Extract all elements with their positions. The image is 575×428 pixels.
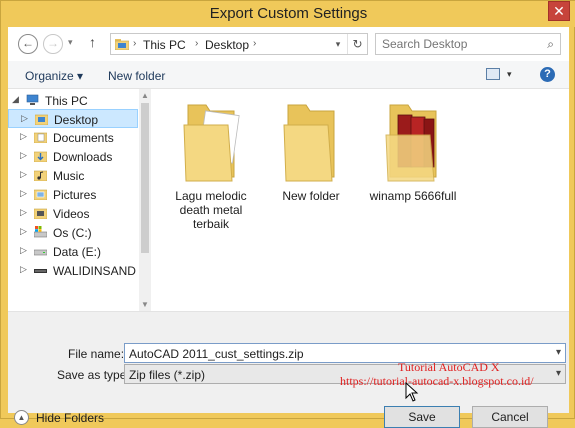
- file-item-new-folder[interactable]: New folder: [261, 95, 361, 203]
- tree-item-pictures[interactable]: ▷ Pictures: [8, 185, 138, 204]
- expand-arrow-icon[interactable]: ▷: [20, 169, 27, 180]
- help-icon[interactable]: ?: [540, 67, 555, 82]
- expand-arrow-icon[interactable]: ◢: [12, 94, 19, 105]
- tree-item-videos[interactable]: ▷ Videos: [8, 204, 138, 223]
- tree-label: Music: [53, 169, 85, 183]
- desktop-folder-icon: [35, 114, 48, 125]
- save-as-type-value: Zip files (*.zip): [129, 368, 206, 382]
- computer-icon: [26, 94, 39, 105]
- pictures-folder-icon: [34, 189, 47, 200]
- cancel-button[interactable]: Cancel: [472, 406, 548, 428]
- tree-item-music[interactable]: ▷ Music: [8, 166, 138, 185]
- navigation-pane: ◢ This PC ▷ Desktop ▷ Documents ▷ Downlo…: [8, 89, 151, 311]
- address-dropdown-chevron-icon[interactable]: ▾: [331, 34, 345, 54]
- address-separator-icon: ›: [133, 38, 137, 49]
- expand-arrow-icon[interactable]: ▷: [21, 113, 28, 124]
- dialog-client: ← → ▾ ↑ › This PC › Desktop › ▾ ↻ ⌕: [8, 27, 569, 428]
- tree-item-os-c[interactable]: ▷ Os (C:): [8, 223, 138, 242]
- tree-label: Os (C:): [53, 226, 92, 240]
- window-title: Export Custom Settings: [209, 5, 368, 22]
- expand-arrow-icon[interactable]: ▷: [20, 131, 27, 142]
- address-separator-icon: ›: [253, 38, 257, 49]
- music-folder-icon: [34, 170, 47, 181]
- tree-label: Pictures: [53, 188, 97, 202]
- forward-button[interactable]: →: [43, 34, 63, 54]
- tree-label: Downloads: [53, 150, 113, 164]
- expand-arrow-icon[interactable]: ▷: [20, 245, 27, 256]
- desktop-folder-icon: [115, 39, 129, 50]
- file-name-input[interactable]: [129, 347, 539, 361]
- file-item-lagu-melodic[interactable]: Lagu melodic death metal terbaik: [161, 95, 261, 231]
- navigation-bar: ← → ▾ ↑ › This PC › Desktop › ▾ ↻ ⌕: [8, 27, 569, 61]
- documents-folder-icon: [34, 132, 47, 143]
- tree-item-desktop[interactable]: ▷ Desktop: [8, 109, 138, 128]
- address-segment-this-pc[interactable]: This PC: [143, 38, 186, 52]
- tree-label: Data (E:): [53, 245, 102, 259]
- folder-with-docs-icon: [183, 104, 240, 182]
- hide-folders-label: Hide Folders: [36, 411, 105, 425]
- up-folder-button[interactable]: ↑: [89, 34, 96, 50]
- change-view-icon[interactable]: [486, 68, 500, 80]
- tree-label: This PC: [45, 94, 88, 108]
- watermark-url: https://tutorial-autocad-x.blogspot.co.i…: [340, 374, 534, 388]
- scroll-up-arrow-icon[interactable]: ▲: [141, 91, 149, 100]
- address-segment-desktop[interactable]: Desktop: [205, 38, 249, 52]
- tree-item-data-e[interactable]: ▷ Data (E:): [8, 242, 138, 261]
- videos-folder-icon: [34, 208, 47, 219]
- tree-item-documents[interactable]: ▷ Documents: [8, 128, 138, 147]
- file-name-label: winamp 5666full: [369, 189, 457, 203]
- drive-c-icon: [34, 226, 47, 238]
- watermark-title: Tutorial AutoCAD X: [398, 360, 500, 374]
- tree-item-walidinsand-f[interactable]: ▷ WALIDINSAND (F: [8, 261, 151, 280]
- save-button[interactable]: Save: [384, 406, 460, 428]
- downloads-folder-icon: [34, 151, 47, 162]
- expand-arrow-icon[interactable]: ▷: [20, 150, 27, 161]
- search-box[interactable]: ⌕: [375, 33, 561, 55]
- folder-icon: [283, 104, 335, 182]
- expand-arrow-icon[interactable]: ▷: [20, 226, 27, 237]
- organize-menu-button[interactable]: Organize ▾: [25, 69, 83, 83]
- folder-with-books-icon: [385, 104, 437, 182]
- close-button[interactable]: ✕: [548, 1, 570, 21]
- drive-e-icon: [34, 249, 47, 256]
- mouse-cursor-icon: [405, 382, 419, 402]
- file-name-label: New folder: [282, 189, 340, 203]
- tree-label: Documents: [53, 131, 114, 145]
- file-list-pane: Lagu melodic death metal terbaik New fol…: [151, 89, 569, 311]
- file-name-label: Lagu melodic death metal terbaik: [175, 189, 247, 231]
- expand-arrow-icon[interactable]: ▷: [20, 188, 27, 199]
- tree-label: Videos: [53, 207, 90, 221]
- collapse-up-icon: ▲: [14, 410, 29, 425]
- dialog-window: Export Custom Settings ✕ ← → ▾ ↑ › This …: [0, 0, 575, 428]
- search-input[interactable]: [382, 37, 532, 51]
- refresh-icon[interactable]: ↻: [347, 34, 367, 54]
- tree-item-this-pc[interactable]: ◢ This PC: [8, 91, 138, 110]
- expand-arrow-icon[interactable]: ▷: [20, 264, 27, 275]
- scrollbar-thumb[interactable]: [141, 103, 149, 253]
- address-bar[interactable]: › This PC › Desktop › ▾ ↻: [110, 33, 368, 55]
- recent-locations-chevron-icon[interactable]: ▾: [68, 37, 73, 48]
- file-item-winamp[interactable]: winamp 5666full: [363, 95, 463, 203]
- save-as-type-chevron-icon[interactable]: ▾: [556, 368, 561, 379]
- tree-item-downloads[interactable]: ▷ Downloads: [8, 147, 138, 166]
- view-options-chevron-icon[interactable]: ▾: [507, 69, 512, 80]
- search-icon[interactable]: ⌕: [547, 37, 554, 52]
- file-name-dropdown-chevron-icon[interactable]: ▾: [556, 347, 561, 358]
- back-button[interactable]: ←: [18, 34, 38, 54]
- file-name-field-label: File name:: [68, 347, 125, 361]
- new-folder-button[interactable]: New folder: [108, 69, 165, 83]
- expand-arrow-icon[interactable]: ▷: [20, 207, 27, 218]
- usb-drive-icon: [34, 269, 47, 273]
- address-separator-icon: ›: [195, 38, 199, 49]
- tree-label: WALIDINSAND (F: [53, 264, 151, 278]
- scroll-down-arrow-icon[interactable]: ▼: [141, 300, 149, 309]
- command-bar: Organize ▾ New folder ▾ ?: [8, 61, 569, 89]
- tree-label: Desktop: [54, 113, 99, 127]
- navigation-pane-vertical-scrollbar[interactable]: ▲ ▼: [139, 89, 151, 311]
- save-as-type-label: Save as type:: [57, 368, 130, 382]
- title-bar[interactable]: Export Custom Settings ✕: [1, 1, 575, 27]
